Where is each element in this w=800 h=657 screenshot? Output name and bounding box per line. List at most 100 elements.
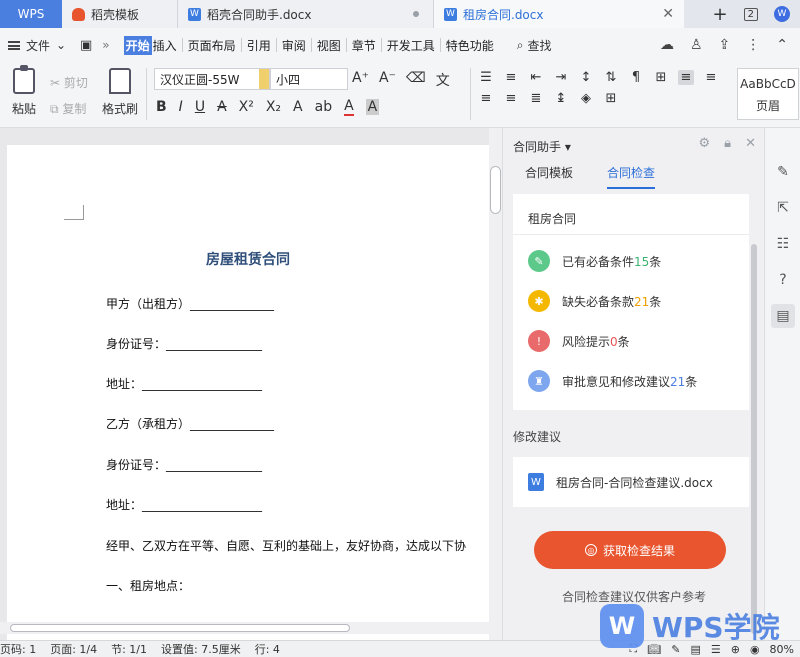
menu-home[interactable]: 开始 xyxy=(123,35,152,55)
window-count-badge[interactable]: 2 xyxy=(743,7,758,21)
distributed-icon[interactable]: ≣ xyxy=(528,91,544,106)
shading-icon[interactable]: ◈ xyxy=(578,91,594,106)
chevron-down-icon: ⌄ xyxy=(56,38,67,52)
check-item-risk[interactable]: ! 风险提示0条 xyxy=(528,330,630,352)
pen-icon[interactable]: ✎ xyxy=(771,160,795,184)
align-right-icon[interactable]: ≡ xyxy=(478,91,494,106)
menu-review[interactable]: 审阅 xyxy=(281,37,307,54)
divider xyxy=(439,38,441,52)
close-tab-icon[interactable]: ✕ xyxy=(662,6,674,22)
align-center-icon[interactable]: ≡ xyxy=(703,70,719,85)
font-color-icon[interactable]: A xyxy=(344,98,354,116)
check-item-required-missing[interactable]: ✱ 缺失必备条款21条 xyxy=(528,290,661,312)
suggestion-file-item[interactable]: W 租房合同-合同检查建议.docx xyxy=(513,457,749,507)
menu-view[interactable]: 视图 xyxy=(316,37,342,54)
check-item-suggestions[interactable]: ♜ 审批意见和修改建议21条 xyxy=(528,370,697,392)
tab-contract-assistant-doc[interactable]: W 稻壳合同助手.docx xyxy=(178,0,434,28)
menubar-right-actions: ☁ ♙ ⇪ ⋮ ⌃ xyxy=(660,37,800,53)
lock-icon[interactable]: 🔒︎ xyxy=(724,136,731,151)
document-title: 房屋租赁合同 xyxy=(206,252,290,268)
scroll-thumb[interactable] xyxy=(490,166,501,214)
menu-page-layout[interactable]: 页面布局 xyxy=(187,37,237,54)
align-left-icon[interactable]: ≡ xyxy=(678,70,694,85)
tab-rental-contract-doc[interactable]: W 租房合同.docx ✕ xyxy=(434,0,684,28)
show-marks-icon[interactable]: ¶ xyxy=(628,70,644,85)
get-check-result-button[interactable]: ◎ 获取检查结果 xyxy=(534,531,726,569)
underline-icon[interactable]: U xyxy=(195,99,205,115)
panel-header[interactable]: 合同助手 ▾ xyxy=(513,138,571,155)
horizontal-scrollbar[interactable] xyxy=(0,622,489,634)
borders-icon[interactable]: ⊞ xyxy=(603,91,619,106)
button-label: 获取检查结果 xyxy=(602,543,675,558)
close-icon[interactable]: ✕ xyxy=(745,136,756,151)
bullet-list-icon[interactable]: ☰ xyxy=(478,70,494,85)
status-page[interactable]: 页面: 1/4 xyxy=(50,641,97,657)
paste-button[interactable]: 粘贴 xyxy=(4,65,44,117)
phonetic-guide-icon[interactable]: 文 xyxy=(436,70,450,90)
cloud-sync-icon[interactable]: ☁ xyxy=(660,37,674,53)
font-size-select[interactable]: 小四 xyxy=(270,68,348,90)
decrease-indent-icon[interactable]: ⇤ xyxy=(528,70,544,85)
document-line: 地址：____________________ xyxy=(106,377,263,391)
increase-font-icon[interactable]: A⁺ xyxy=(352,70,369,90)
clear-format-icon[interactable]: ⌫ xyxy=(406,70,426,90)
line-spacing-icon[interactable]: ↨ xyxy=(553,91,569,106)
tab-daoke-templates[interactable]: 稻壳模板 xyxy=(62,0,178,28)
contract-check-icon[interactable]: ▤ xyxy=(771,304,795,328)
search-icon: ⌕ xyxy=(516,37,524,52)
style-gallery-item[interactable]: AaBbCcD 页眉 xyxy=(737,68,799,120)
menu-bar: 文件 ⌄ ▣ » 开始 插入 页面布局 引用 审阅 视图 章节 开发工具 特色功… xyxy=(0,28,800,62)
scroll-thumb[interactable] xyxy=(10,624,350,632)
check-item-required-present[interactable]: ✎ 已有必备条件15条 xyxy=(528,250,661,272)
search-button[interactable]: ⌕ 查找 xyxy=(517,37,552,54)
more-icon[interactable]: » xyxy=(102,38,109,52)
justify-icon[interactable]: ≡ xyxy=(503,91,519,106)
watermark-text: WPS学院 xyxy=(652,611,780,644)
decrease-font-icon[interactable]: A⁻ xyxy=(379,70,396,90)
strikethrough-icon[interactable]: A xyxy=(217,99,227,115)
new-tab-icon[interactable]: + xyxy=(713,4,728,25)
wps-logo-icon[interactable]: W xyxy=(774,6,790,22)
menu-references[interactable]: 引用 xyxy=(246,37,272,54)
text-effect-icon[interactable]: A xyxy=(293,99,303,115)
format-painter-button[interactable]: 格式刷 xyxy=(100,68,140,117)
help-icon[interactable]: ? xyxy=(771,268,795,292)
italic-icon[interactable]: I xyxy=(179,99,183,115)
tab-contract-templates[interactable]: 合同模板 xyxy=(525,164,573,189)
numbered-list-icon[interactable]: ≡ xyxy=(503,70,519,85)
bold-icon[interactable]: B xyxy=(156,99,167,115)
puzzle-icon: ✱ xyxy=(528,290,550,312)
more-options-icon[interactable]: ⋮ xyxy=(746,37,760,53)
increase-indent-icon[interactable]: ⇥ xyxy=(553,70,569,85)
char-shading-icon[interactable]: A xyxy=(365,99,380,115)
vertical-scrollbar[interactable] xyxy=(489,128,502,640)
table-icon[interactable]: ⊞ xyxy=(653,70,669,85)
cut-button[interactable]: ✂ 剪切 xyxy=(50,70,88,96)
tab-wps[interactable]: WPS xyxy=(0,0,62,28)
highlight-icon[interactable]: ab xyxy=(315,99,332,115)
scroll-thumb[interactable] xyxy=(751,244,757,634)
tab-contract-check[interactable]: 合同检查 xyxy=(607,164,656,189)
document-page[interactable]: 房屋租赁合同 甲方（出租方）______________ 身份证号：______… xyxy=(7,145,489,640)
menu-section[interactable]: 章节 xyxy=(351,37,377,54)
share-user-icon[interactable]: ♙ xyxy=(690,37,703,53)
text-direction-icon[interactable]: ↕ xyxy=(578,70,594,85)
panel-scrollbar[interactable] xyxy=(751,194,757,634)
menu-features[interactable]: 特色功能 xyxy=(445,37,495,54)
menu-insert[interactable]: 插入 xyxy=(152,37,178,54)
superscript-icon[interactable]: X² xyxy=(239,99,254,115)
file-menu-label: 文件 xyxy=(26,38,51,53)
sort-icon[interactable]: ⇅ xyxy=(603,70,619,85)
save-icon[interactable]: ▣ xyxy=(80,38,92,53)
font-name-select[interactable]: 汉仪正圆-55W xyxy=(154,68,270,90)
share-icon[interactable]: ⇪ xyxy=(719,37,731,53)
sliders-icon[interactable]: ☷ xyxy=(771,232,795,256)
cursor-icon[interactable]: ⇱ xyxy=(771,196,795,220)
subscript-icon[interactable]: X₂ xyxy=(266,99,281,115)
collapse-ribbon-icon[interactable]: ⌃ xyxy=(776,37,788,53)
copy-button[interactable]: ⧉ 复制 xyxy=(50,96,88,122)
menu-developer[interactable]: 开发工具 xyxy=(386,37,436,54)
file-menu[interactable]: 文件 ⌄ xyxy=(0,37,80,54)
stamp-icon: ♜ xyxy=(528,370,550,392)
settings-icon[interactable]: ⚙ xyxy=(699,136,711,151)
